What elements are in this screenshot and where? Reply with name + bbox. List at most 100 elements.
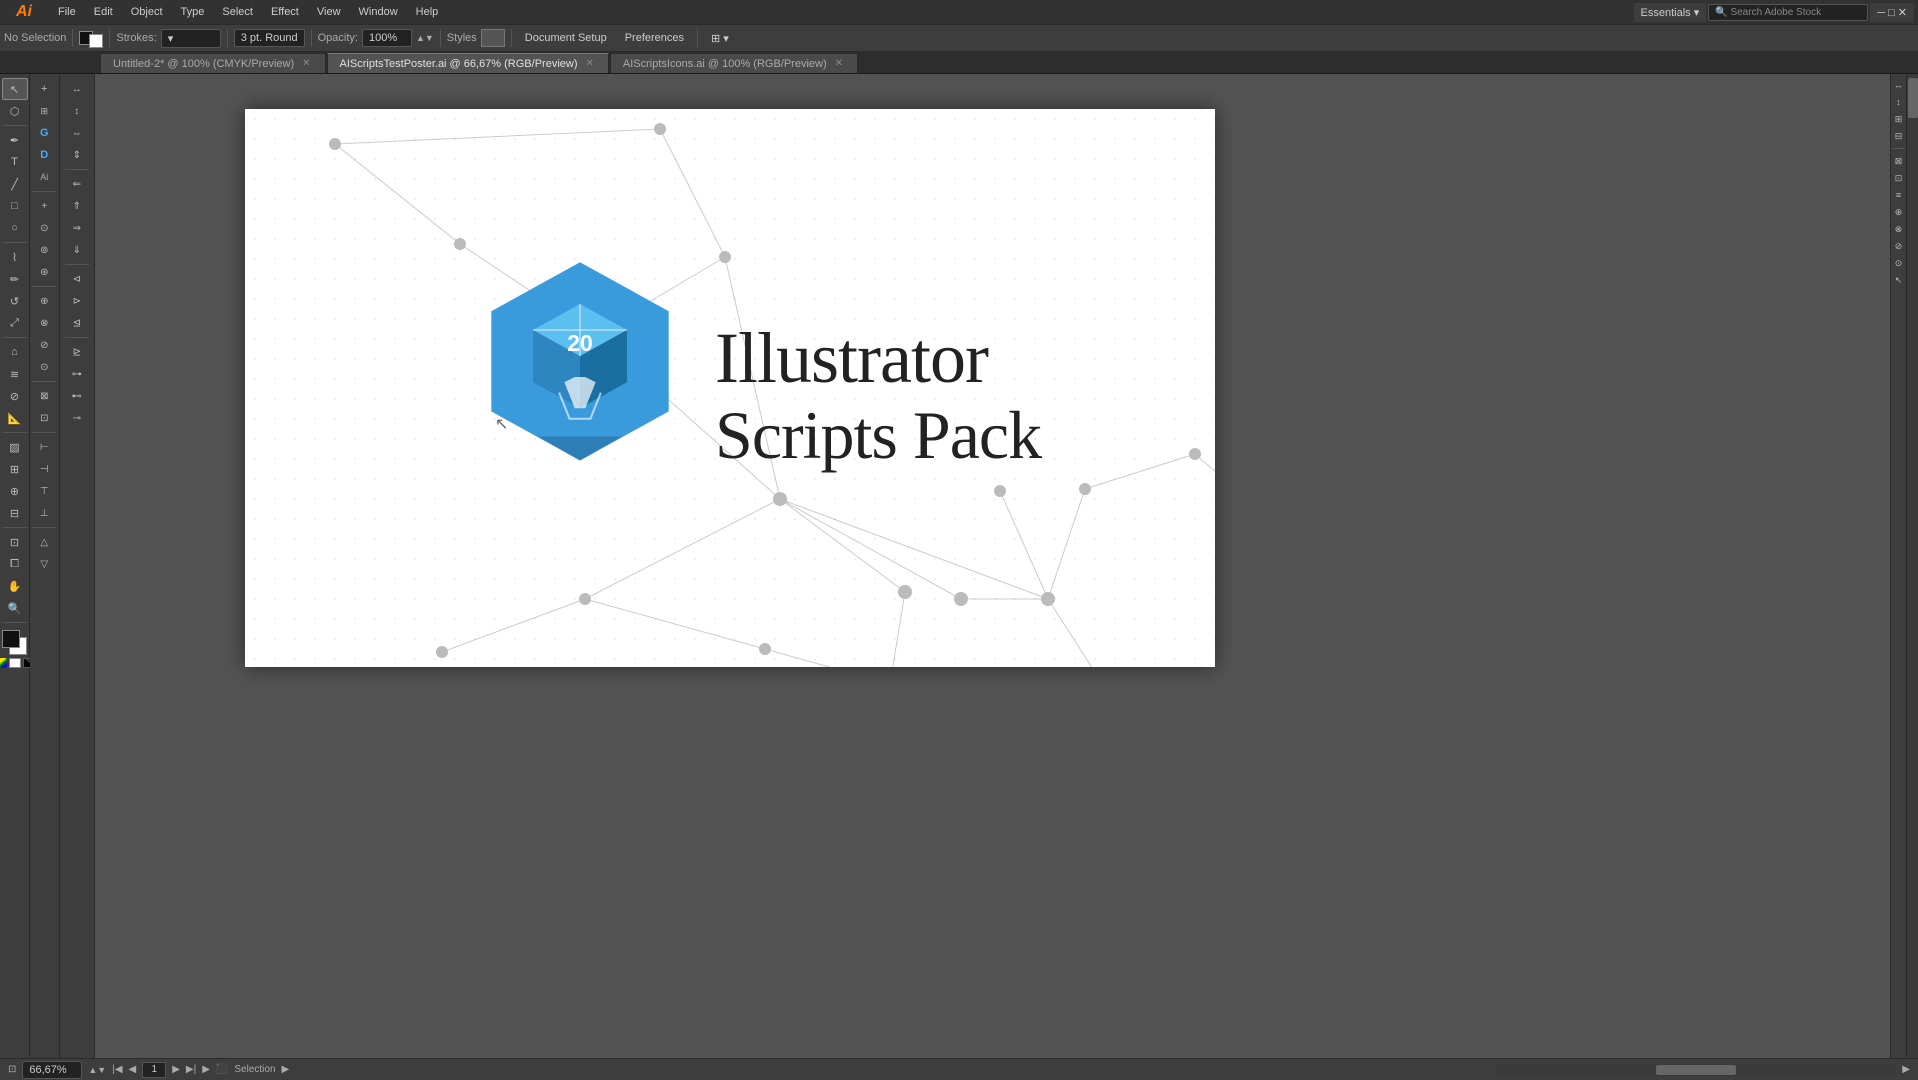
essentials-dropdown[interactable]: Essentials ▾ (1634, 3, 1707, 22)
rect-tool[interactable]: □ (2, 195, 28, 217)
menu-type[interactable]: Type (173, 4, 213, 20)
rc-tool-13[interactable]: ⊶ (62, 363, 92, 385)
scroll-thumb[interactable] (1908, 78, 1918, 118)
rp-tool-12[interactable]: ↖ (1892, 273, 1906, 287)
rp-tool-4[interactable]: ⊟ (1892, 129, 1906, 143)
extra-tool-2[interactable]: ⊙ (31, 217, 57, 239)
page-number[interactable] (142, 1062, 166, 1078)
paintbrush-tool[interactable]: ⌇ (2, 246, 28, 268)
menu-object[interactable]: Object (123, 4, 171, 20)
mesh-tool[interactable]: ⊞ (2, 458, 28, 480)
menu-file[interactable]: File (50, 4, 84, 20)
tab-0-close[interactable]: ✕ (300, 57, 312, 70)
color-button[interactable] (0, 658, 7, 668)
scale-tool[interactable]: ⤢ (2, 312, 28, 334)
fit-page-button[interactable]: ⊡ (8, 1064, 16, 1075)
extra-tool-4[interactable]: ⊛ (31, 261, 57, 283)
color-swatches[interactable] (2, 630, 28, 656)
extra-tool-13[interactable]: ⊤ (31, 480, 57, 502)
zoom-level[interactable]: 66,67% (22, 1061, 82, 1079)
extra-tool-8[interactable]: ⊙ (31, 356, 57, 378)
rc-tool-7[interactable]: ⇒ (62, 217, 92, 239)
nav-prev[interactable]: ◀ (129, 1064, 137, 1075)
hand-tool[interactable]: ✋ (2, 575, 28, 597)
line-tool[interactable]: ╱ (2, 173, 28, 195)
rp-tool-8[interactable]: ⊕ (1892, 205, 1906, 219)
extra-tool-3[interactable]: ⊚ (31, 239, 57, 261)
styles-swatch[interactable] (481, 29, 505, 47)
zoom-in-icon[interactable]: + (31, 78, 57, 100)
menu-window[interactable]: Window (351, 4, 406, 20)
blend-tool[interactable]: ≋ (2, 363, 28, 385)
opacity-input[interactable]: 100% (362, 29, 412, 47)
tab-2-close[interactable]: ✕ (833, 57, 845, 70)
type-tool[interactable]: T (2, 151, 28, 173)
zoom-tool[interactable]: 🔍 (2, 597, 28, 619)
window-controls[interactable]: ─ □ ✕ (1870, 3, 1914, 22)
opacity-arrows[interactable]: ▲▼ (416, 33, 434, 43)
extra-tool-10[interactable]: ⊡ (31, 407, 57, 429)
rc-tool-1[interactable]: ↔ (62, 78, 92, 100)
rp-tool-2[interactable]: ↕ (1892, 95, 1906, 109)
gradient-tool[interactable]: ▨ (2, 436, 28, 458)
slice-tool[interactable]: ⧠ (2, 553, 28, 575)
pt-round-dropdown[interactable]: 3 pt. Round (234, 29, 305, 47)
h-scroll-area[interactable] (1496, 1064, 1896, 1076)
warp-tool[interactable]: ⌂ (2, 341, 28, 363)
h-scroll-right[interactable]: ▶ (1902, 1064, 1910, 1075)
artboard-tool[interactable]: ⊡ (2, 531, 28, 553)
measure-tool[interactable]: 📐 (2, 407, 28, 429)
rc-tool-15[interactable]: ⊸ (62, 407, 92, 429)
rp-tool-5[interactable]: ⊠ (1892, 154, 1906, 168)
pen-tool[interactable]: ✒ (2, 129, 28, 151)
extra-tool-9[interactable]: ⊠ (31, 385, 57, 407)
document-setup-button[interactable]: Document Setup (518, 29, 614, 47)
extra-tool-7[interactable]: ⊘ (31, 334, 57, 356)
preferences-button[interactable]: Preferences (618, 29, 691, 47)
nav-first[interactable]: |◀ (112, 1064, 122, 1075)
vertical-scrollbar[interactable] (1906, 74, 1918, 1058)
rp-tool-11[interactable]: ⊙ (1892, 256, 1906, 270)
rc-tool-8[interactable]: ⇓ (62, 239, 92, 261)
add-anchor-tool[interactable]: + (31, 195, 57, 217)
rp-tool-3[interactable]: ⊞ (1892, 112, 1906, 126)
tab-2[interactable]: AIScriptsIcons.ai @ 100% (RGB/Preview) ✕ (610, 53, 858, 73)
h-scroll-thumb[interactable] (1656, 1065, 1736, 1075)
extra-tool-5[interactable]: ⊕ (31, 290, 57, 312)
menu-select[interactable]: Select (214, 4, 261, 20)
extra-tool-14[interactable]: ⊥ (31, 502, 57, 524)
rp-tool-7[interactable]: ≡ (1892, 188, 1906, 202)
stroke-swatch[interactable] (79, 28, 103, 48)
zoom-arrows[interactable]: ▲▼ (88, 1065, 106, 1075)
rc-tool-12[interactable]: ⊵ (62, 341, 92, 363)
menu-edit[interactable]: Edit (86, 4, 121, 20)
rp-tool-6[interactable]: ⊡ (1892, 171, 1906, 185)
rc-tool-2[interactable]: ↕ (62, 100, 92, 122)
rp-tool-1[interactable]: ↔ (1892, 78, 1906, 92)
rc-tool-6[interactable]: ⇑ (62, 195, 92, 217)
no-color-button[interactable] (9, 658, 21, 668)
extra-tool-16[interactable]: ▽ (31, 553, 57, 575)
ellipse-tool[interactable]: ○ (2, 217, 28, 239)
shape-builder-tool[interactable]: ⊕ (2, 480, 28, 502)
menu-help[interactable]: Help (408, 4, 447, 20)
extra-tool-12[interactable]: ⊣ (31, 458, 57, 480)
extra-tool-11[interactable]: ⊢ (31, 436, 57, 458)
live-paint-tool[interactable]: ⊟ (2, 502, 28, 524)
selection-tool[interactable]: ↖ (2, 78, 28, 100)
search-adobe-stock[interactable]: 🔍 Search Adobe Stock (1708, 4, 1868, 21)
canvas-area[interactable]: 20 Illustrator Scripts Pack ↖ (95, 74, 1890, 1058)
rc-tool-3[interactable]: ⇔ (62, 122, 92, 144)
menu-effect[interactable]: Effect (263, 4, 307, 20)
nav-last[interactable]: ▶| (186, 1064, 196, 1075)
extra-tool-15[interactable]: △ (31, 531, 57, 553)
arrange-button[interactable]: ⊞ ▾ (704, 29, 736, 48)
tab-1[interactable]: AIScriptsTestPoster.ai @ 66,67% (RGB/Pre… (327, 53, 609, 73)
nav-next[interactable]: ▶ (172, 1064, 180, 1075)
tool-g[interactable]: G (31, 122, 57, 144)
menu-view[interactable]: View (309, 4, 349, 20)
tool-ai[interactable]: Ai (31, 166, 57, 188)
extra-tool-6[interactable]: ⊗ (31, 312, 57, 334)
fit-artboard-icon[interactable]: ⊞ (31, 100, 57, 122)
rc-tool-11[interactable]: ⊴ (62, 312, 92, 334)
